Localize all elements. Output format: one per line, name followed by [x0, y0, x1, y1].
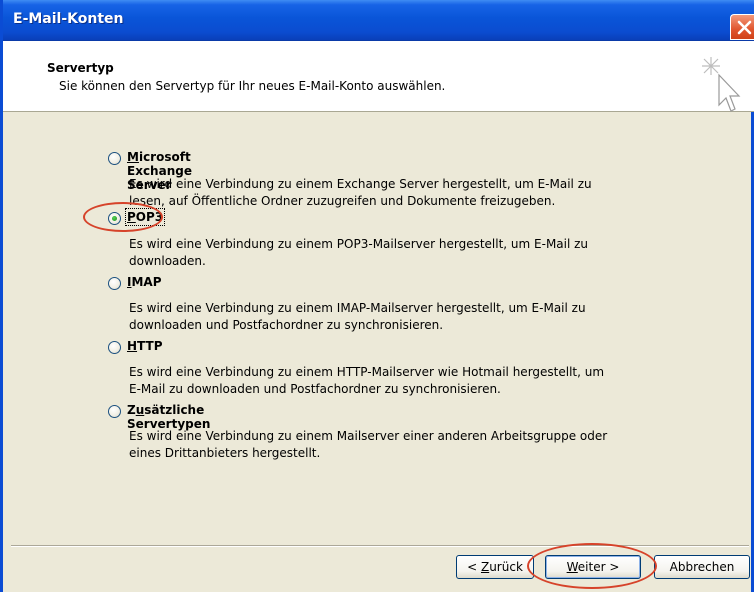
- option-label-imap[interactable]: IMAP: [127, 275, 162, 289]
- page-subtitle: Sie können den Servertyp für Ihr neues E…: [59, 79, 446, 93]
- dialog-window: E-Mail-Konten Servertyp Sie können den S…: [0, 0, 754, 592]
- back-button[interactable]: < Zurück: [456, 555, 534, 579]
- radio-additional-types[interactable]: [108, 405, 121, 418]
- radio-http[interactable]: [108, 341, 121, 354]
- title-bar[interactable]: E-Mail-Konten: [3, 0, 754, 41]
- option-label-http[interactable]: HTTP: [127, 339, 163, 353]
- option-desc-additional-types: Es wird eine Verbindung zu einem Mailser…: [129, 429, 608, 460]
- option-desc-imap: Es wird eine Verbindung zu einem IMAP-Ma…: [129, 301, 586, 332]
- radio-exchange[interactable]: [108, 152, 121, 165]
- option-label-pop3[interactable]: POP3: [124, 208, 166, 226]
- header-panel: Servertyp Sie können den Servertyp für I…: [3, 41, 754, 112]
- wizard-cursor-icon: [702, 57, 741, 112]
- radio-pop3[interactable]: [108, 212, 121, 225]
- page-title: Servertyp: [47, 61, 114, 75]
- option-desc-pop3: Es wird eine Verbindung zu einem POP3-Ma…: [129, 237, 589, 268]
- close-button[interactable]: [730, 14, 754, 40]
- option-desc-http: Es wird eine Verbindung zu einem HTTP-Ma…: [129, 365, 605, 396]
- next-button[interactable]: Weiter >: [545, 555, 641, 579]
- option-desc-exchange: Es wird eine Verbindung zu einem Exchang…: [129, 177, 592, 208]
- cancel-button[interactable]: Abbrechen: [654, 555, 750, 579]
- close-icon: [737, 20, 752, 35]
- radio-imap[interactable]: [108, 277, 121, 290]
- button-separator: [11, 545, 749, 547]
- option-label-additional-types[interactable]: Zusätzliche Servertypen: [127, 403, 210, 431]
- window-title: E-Mail-Konten: [13, 11, 124, 27]
- radio-selected-dot: [112, 216, 117, 221]
